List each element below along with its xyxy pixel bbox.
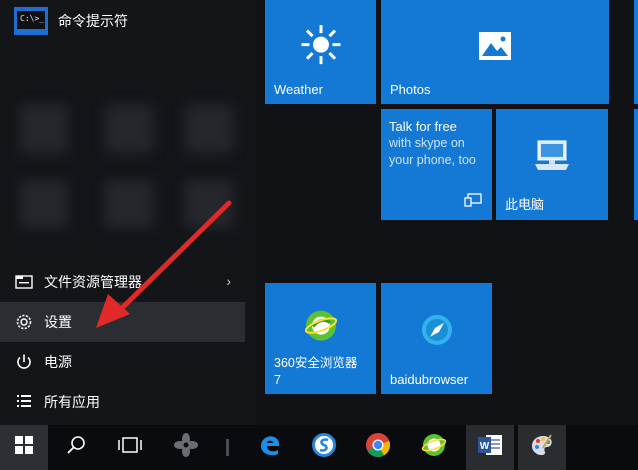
start-menu-left-pane: C:\>_ 命令提示符 文件资源管理器 › 设置 电源 所有应用 xyxy=(0,0,256,425)
blurred-app-icon xyxy=(105,105,153,153)
edge-app[interactable] xyxy=(246,425,294,470)
sidebar-item-label: 设置 xyxy=(44,314,72,330)
task-view-icon xyxy=(118,435,142,460)
blurred-app-icon xyxy=(20,105,68,153)
taskbar-divider xyxy=(226,439,229,456)
fan-icon xyxy=(173,432,199,463)
paint-app[interactable] xyxy=(518,425,566,470)
tile-partial[interactable] xyxy=(634,0,638,104)
edge-icon xyxy=(258,433,282,462)
skype-body: with skype on your phone, too xyxy=(389,136,476,167)
tile-baidu-browser[interactable]: baidubrowser xyxy=(381,283,492,394)
skype-text: Talk for free with skype on your phone, … xyxy=(389,118,489,169)
sidebar-item-power[interactable]: 电源 xyxy=(0,342,245,382)
command-prompt-icon: C:\>_ xyxy=(14,7,48,35)
svg-text:W: W xyxy=(480,441,490,452)
tile-photos[interactable]: Photos xyxy=(381,0,609,104)
360-browser-icon xyxy=(304,308,338,347)
chrome-icon xyxy=(365,432,391,463)
sidebar-item-all-apps[interactable]: 所有应用 xyxy=(0,382,245,422)
blurred-app-icon xyxy=(185,180,233,228)
blurred-app-icon xyxy=(105,180,153,228)
sidebar-item-label: 文件资源管理器 xyxy=(44,274,142,290)
search-button[interactable] xyxy=(52,425,100,470)
sun-icon xyxy=(299,23,343,72)
tile-360-browser[interactable]: 360安全浏览器 7 xyxy=(265,283,376,394)
sogou-app[interactable] xyxy=(300,425,348,470)
list-icon xyxy=(14,392,34,412)
sidebar-item-label: 电源 xyxy=(44,354,72,370)
tile-label: baidubrowser xyxy=(390,372,469,387)
tile-label: 此电脑 xyxy=(505,197,545,212)
fan-app[interactable] xyxy=(162,425,210,470)
paint-icon xyxy=(529,432,555,463)
windows-logo-icon xyxy=(14,435,34,460)
sidebar-item-settings[interactable]: 设置 xyxy=(0,302,245,342)
tile-label: Photos xyxy=(390,82,431,97)
tile-weather[interactable]: Weather xyxy=(265,0,376,104)
folder-icon xyxy=(14,272,34,292)
blurred-app-icon xyxy=(20,180,68,228)
sidebar-item-label: 所有应用 xyxy=(44,394,100,410)
blurred-app-icon xyxy=(185,105,233,153)
360-browser-icon xyxy=(421,432,447,463)
cmd-icon-glyph: C:\>_ xyxy=(20,14,45,23)
task-view-button[interactable] xyxy=(106,425,154,470)
tile-label: 360安全浏览器 7 xyxy=(274,355,357,389)
chrome-app[interactable] xyxy=(354,425,402,470)
tiles-area: Weather Photos Talk for free with skype … xyxy=(256,0,638,425)
360-browser-app[interactable] xyxy=(410,425,458,470)
recent-app-cmd[interactable]: C:\>_ 命令提示符 xyxy=(14,6,128,36)
chevron-right-icon[interactable]: › xyxy=(226,273,231,289)
photo-icon xyxy=(478,31,512,66)
gear-icon xyxy=(14,312,34,332)
baidu-browser-icon xyxy=(421,313,453,350)
recent-app-label: 命令提示符 xyxy=(58,13,128,29)
skype-app-icon xyxy=(464,193,482,212)
search-icon xyxy=(66,435,86,460)
start-menu: C:\>_ 命令提示符 文件资源管理器 › 设置 电源 所有应用 Weather… xyxy=(0,0,638,470)
tile-label-line: 7 xyxy=(274,373,281,387)
taskbar: W xyxy=(0,425,638,470)
tile-this-pc[interactable]: 此电脑 xyxy=(496,109,608,220)
s-browser-icon xyxy=(311,432,337,463)
tile-label-line: 360安全浏览器 xyxy=(274,356,358,370)
skype-title: Talk for free xyxy=(389,119,457,134)
computer-icon xyxy=(532,137,572,178)
tile-partial[interactable] xyxy=(634,109,638,220)
tile-skype[interactable]: Talk for free with skype on your phone, … xyxy=(381,109,492,220)
sidebar-item-file-explorer[interactable]: 文件资源管理器 › xyxy=(0,262,245,302)
word-icon: W xyxy=(477,433,503,462)
word-app[interactable]: W xyxy=(466,425,514,470)
power-icon xyxy=(14,352,34,372)
tile-label: Weather xyxy=(274,82,323,97)
start-button[interactable] xyxy=(0,425,48,470)
